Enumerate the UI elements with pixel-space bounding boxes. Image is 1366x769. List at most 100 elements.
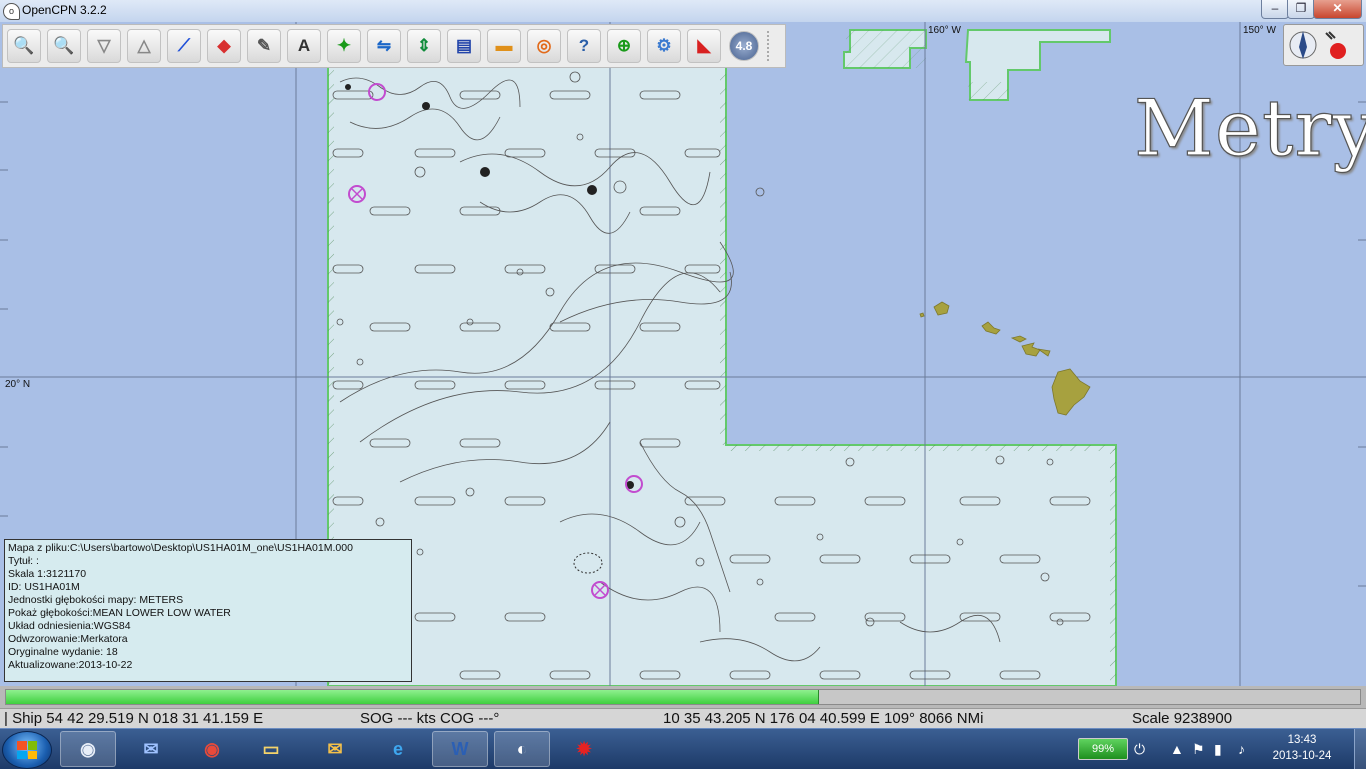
compass-gps-widget[interactable] — [1283, 24, 1364, 66]
chart-info-line: Tytuł: : — [8, 555, 39, 567]
longitude-label-160w: 160° W — [928, 25, 961, 36]
longitude-label-150w: 150° W — [1243, 25, 1276, 36]
opencpn-icon: ◐ — [516, 738, 528, 759]
system-clock[interactable]: 13:43 2013-10-24 — [1262, 732, 1342, 764]
auto-follow-button[interactable]: ◆ — [207, 29, 241, 63]
route-icon: ⟋ — [178, 36, 190, 55]
help-icon: ? — [578, 36, 590, 55]
zoom-in-icon: 🔍 — [13, 36, 35, 55]
close-button[interactable]: ✕ — [1313, 0, 1362, 19]
zoom-in-button[interactable]: 🔍 — [7, 29, 41, 63]
internet-explorer-icon: e — [392, 738, 403, 759]
chart-info-line: Odwzorowanie:Merkatora — [8, 633, 128, 645]
chart-info-line: Mapa z pliku:C:\Users\bartowo\Desktop\US… — [8, 542, 353, 554]
chrome-icon: ◉ — [204, 738, 220, 759]
target-button[interactable]: ⊕ — [607, 29, 641, 63]
latitude-label-20n: 20° N — [5, 379, 31, 390]
opencpn-app-icon[interactable]: o — [3, 3, 20, 20]
sog-cog: SOG --- kts COG ---° — [360, 710, 500, 727]
chart-info-line: Aktualizowane:2013-10-22 — [8, 659, 133, 671]
scale-out-button[interactable]: △ — [127, 29, 161, 63]
taskbar-explorer-folder-button[interactable]: ▭ — [243, 731, 299, 767]
maximize-button[interactable]: ❐ — [1287, 0, 1315, 19]
zoom-out-icon: 🔍 — [53, 36, 75, 55]
clock-date: 2013-10-24 — [1272, 750, 1332, 762]
progress-track — [5, 689, 1361, 705]
taskbar-opencpn-button[interactable]: ◐ — [494, 731, 550, 767]
chart-info-line: Układ odniesienia:WGS84 — [8, 620, 131, 632]
progress-area — [0, 686, 1366, 708]
tide-button[interactable]: ⇋ — [367, 29, 401, 63]
scale-in-button[interactable]: ▽ — [87, 29, 121, 63]
current-icon: ✦ — [336, 36, 352, 55]
window-title: OpenCPN 3.2.2 — [22, 3, 107, 17]
chart-info-panel: Mapa z pliku:C:\Users\bartowo\Desktop\US… — [4, 539, 412, 682]
chart-info-line: Oryginalne wydanie: 18 — [8, 646, 118, 658]
auto-follow-icon: ◆ — [217, 36, 231, 55]
mob-icon: ◣ — [697, 36, 711, 55]
help-button[interactable]: ? — [567, 29, 601, 63]
chart-quilt-icon: ▤ — [455, 36, 473, 55]
taskbar-internet-explorer-button[interactable]: e — [370, 731, 426, 767]
minimize-button[interactable]: – — [1261, 0, 1289, 19]
show-hidden-icons-icon[interactable]: ▲ — [1170, 741, 1184, 757]
battery-indicator[interactable]: 99% — [1078, 738, 1128, 760]
sunset-button[interactable]: ▬ — [487, 29, 521, 63]
plugin-icon: ⚙ — [656, 36, 672, 55]
tide-icon: ⇋ — [376, 36, 392, 55]
outlook-icon: ✉ — [327, 738, 343, 759]
start-button[interactable] — [2, 731, 52, 769]
clock-time: 13:43 — [1287, 734, 1317, 746]
chart-info-line: Jednostki głębokości mapy: METERS — [8, 594, 184, 606]
taskbar: ◉ ✉ ◉ ▭ ✉ e W ◐ ✹ 99% ⏻ ▲ ⚑ ▮ ♪ 13:43 2013-10-24 — [0, 728, 1366, 769]
chart-info-line: ID: US1HA01M — [8, 581, 80, 593]
status-bar: | Ship 54 42 29.519 N 018 31 41.159 E SO… — [0, 708, 1366, 729]
volume-icon[interactable]: ♪ — [1238, 741, 1245, 757]
north-up-icon — [1289, 31, 1346, 59]
ship-position: | Ship 54 42 29.519 N 018 31 41.159 E — [4, 710, 264, 727]
chart-scale-factor-button[interactable]: 4.8 — [729, 31, 759, 61]
tide-height-icon: ⇕ — [416, 36, 432, 55]
life-ring-button[interactable]: ◎ — [527, 29, 561, 63]
chart-scale: Scale 9238900 — [1132, 710, 1233, 727]
taskbar-paint-splat-button[interactable]: ✹ — [556, 731, 612, 767]
taskbar-chrome-button[interactable]: ◉ — [184, 731, 240, 767]
show-desktop-button[interactable] — [1354, 729, 1366, 769]
mob-button[interactable]: ◣ — [687, 29, 721, 63]
settings-button[interactable]: ✎ — [247, 29, 281, 63]
current-button[interactable]: ✦ — [327, 29, 361, 63]
power-plug-icon[interactable]: ⏻ — [1134, 741, 1145, 758]
chart-info-line: Pokaż głębokości:MEAN LOWER LOW WATER — [8, 607, 231, 619]
action-center-flag-icon[interactable]: ⚑ — [1192, 741, 1205, 758]
settings-icon: ✎ — [256, 36, 272, 55]
explorer-folder-icon: ▭ — [262, 738, 280, 759]
depth-unit-overlay: Metry — [1133, 83, 1366, 174]
progress-fill — [6, 690, 820, 704]
chart-quilt-button[interactable]: ▤ — [447, 29, 481, 63]
main-toolbar: 🔍 🔍 ▽ △ ⟋ ◆ ✎ A ✦ ⇋ ⇕ ▤ ▬ ◎? ⊕ ⚙ ◣ 4.8 — [2, 24, 786, 68]
taskbar-capture-app-button[interactable]: ◉ — [60, 731, 116, 767]
windows-logo-icon — [17, 741, 37, 759]
sunset-icon: ▬ — [495, 36, 513, 55]
cursor-position: 10 35 43.205 N 176 04 40.599 E 109° 8066… — [663, 710, 984, 727]
tide-height-button[interactable]: ⇕ — [407, 29, 441, 63]
network-signal-icon[interactable]: ▮ — [1214, 741, 1222, 758]
capture-app-icon: ◉ — [80, 738, 96, 759]
zoom-out-button[interactable]: 🔍 — [47, 29, 81, 63]
target-icon: ⊕ — [616, 36, 632, 55]
taskbar-outlook-button[interactable]: ✉ — [307, 731, 363, 767]
plugin-button[interactable]: ⚙ — [647, 29, 681, 63]
life-ring-icon: ◎ — [536, 36, 552, 55]
paint-splat-icon: ✹ — [576, 738, 592, 759]
text-button[interactable]: A — [287, 29, 321, 63]
toolbar-grip[interactable] — [767, 31, 773, 61]
text-icon: A — [297, 36, 311, 55]
route-button[interactable]: ⟋ — [167, 29, 201, 63]
scale-out-icon: △ — [137, 36, 151, 55]
thunderbird-icon: ✉ — [143, 738, 159, 759]
title-bar: o OpenCPN 3.2.2 – ❐ ✕ — [0, 0, 1366, 23]
scale-in-icon: ▽ — [97, 36, 111, 55]
taskbar-word-button[interactable]: W — [432, 731, 488, 767]
word-icon: W — [451, 738, 469, 759]
taskbar-thunderbird-button[interactable]: ✉ — [123, 731, 179, 767]
